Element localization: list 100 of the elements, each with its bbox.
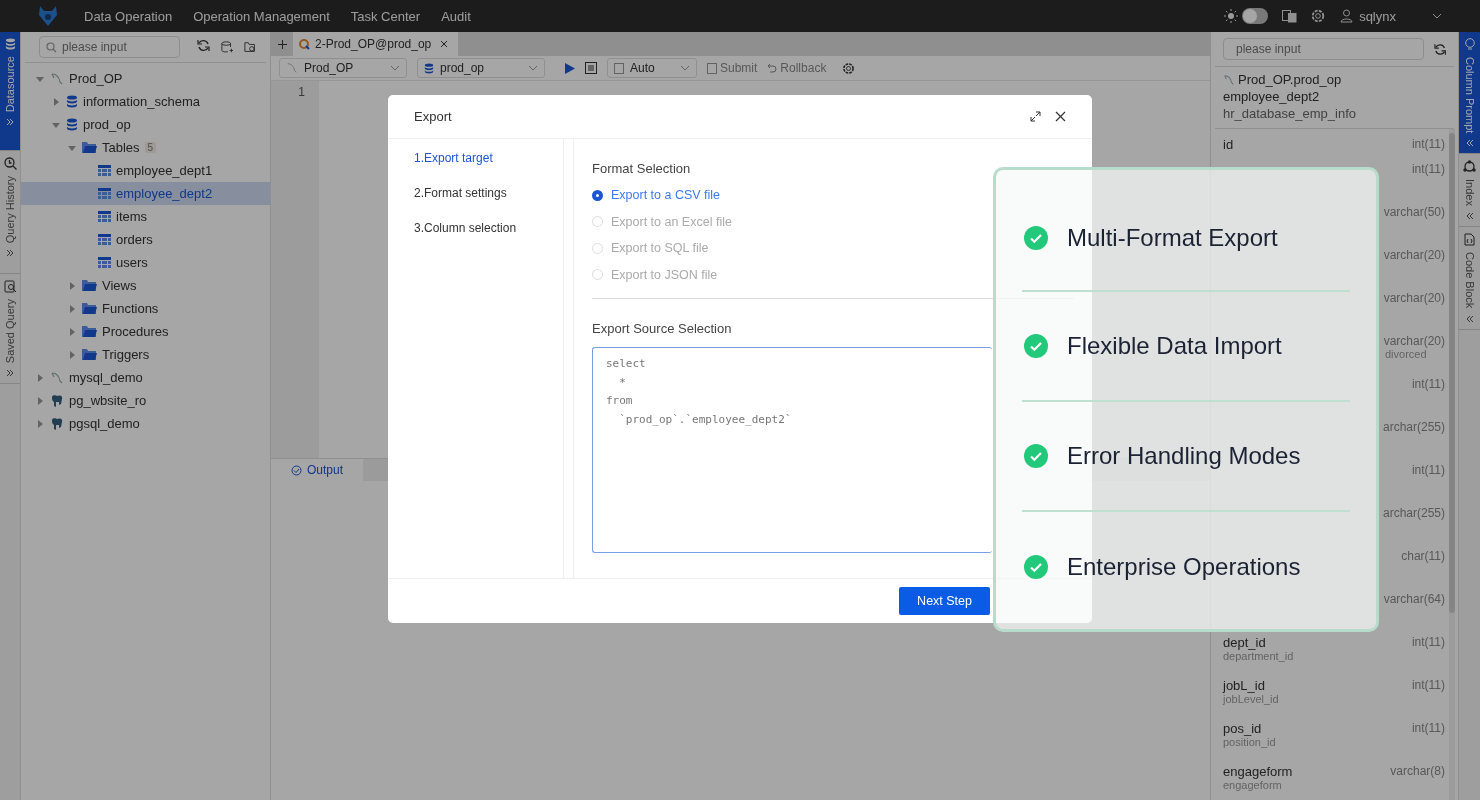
column-name[interactable]: pos_id — [1223, 721, 1262, 736]
column-name[interactable]: engageform — [1223, 764, 1293, 779]
step-item[interactable]: 2.Format settings — [414, 186, 507, 200]
side-tab[interactable]: Query History — [0, 151, 20, 274]
caret-right-icon[interactable] — [68, 304, 76, 313]
check-circle-icon — [291, 464, 302, 476]
tree-item[interactable]: Functions — [102, 301, 159, 316]
column-name[interactable]: jobL_id — [1223, 678, 1265, 693]
step-item[interactable]: 1.Export target — [414, 151, 493, 165]
side-tab[interactable]: Saved Query — [0, 274, 20, 385]
side-tab[interactable]: Index — [1459, 154, 1480, 228]
tree-item[interactable]: Views — [102, 278, 137, 293]
caret-right-icon[interactable] — [52, 97, 60, 106]
side-tab[interactable]: Datasource — [0, 32, 20, 151]
tree-item[interactable]: pg_wbsite_ro — [69, 393, 147, 408]
chevron-down-icon[interactable] — [1432, 13, 1442, 19]
tree-item[interactable]: prod_op — [83, 117, 131, 132]
double-chevron-icon[interactable] — [6, 249, 14, 258]
refresh-icon[interactable] — [1433, 42, 1446, 56]
run-icon[interactable] — [565, 62, 575, 74]
column-name[interactable]: dept_id — [1223, 635, 1266, 650]
sql-source-field[interactable]: select * from `prod_op`.`employee_dept2` — [592, 347, 992, 553]
add-folder-icon[interactable] — [243, 40, 256, 54]
editor-tab[interactable]: 2-Prod_OP@prod_op — [293, 32, 459, 56]
datasource-select[interactable]: Prod_OP — [279, 58, 407, 78]
column-type: archar(255) — [1382, 420, 1445, 434]
tree-item[interactable]: orders — [116, 232, 153, 247]
tree-item[interactable]: information_schema — [83, 94, 201, 109]
caret-down-icon[interactable] — [68, 143, 76, 152]
chevron-down-icon — [680, 65, 690, 71]
tree-item[interactable]: items — [116, 209, 148, 224]
column-type: int(11) — [1411, 463, 1445, 477]
double-chevron-icon[interactable] — [1465, 212, 1474, 221]
close-icon[interactable] — [440, 40, 449, 48]
next-step-button[interactable]: Next Step — [899, 587, 990, 615]
database-select[interactable]: prod_op — [417, 58, 545, 78]
column-type: varchar(8) — [1390, 764, 1445, 779]
document-icon — [614, 62, 624, 74]
side-tab[interactable]: Column Prompt — [1459, 32, 1480, 155]
radio-label[interactable]: Export to a CSV file — [611, 188, 721, 203]
column-comment: department_id — [1223, 650, 1294, 662]
add-database-icon[interactable] — [220, 40, 233, 54]
settings-icon[interactable] — [842, 61, 856, 75]
user-icon[interactable] — [1340, 9, 1354, 23]
theme-toggle[interactable] — [1242, 8, 1269, 24]
clock-search-icon — [3, 157, 17, 170]
tree-item[interactable]: Tables — [102, 140, 140, 155]
search-field[interactable]: please input — [1223, 38, 1424, 60]
commit-mode-select[interactable]: Auto — [607, 58, 697, 78]
feature-title: Multi-Format Export — [1067, 224, 1278, 252]
tree-item[interactable]: users — [116, 255, 148, 270]
nav-menu-item[interactable]: Operation Management — [193, 8, 330, 24]
column-comment: engageform — [1223, 779, 1282, 791]
step-item[interactable]: 3.Column selection — [414, 221, 517, 235]
caret-right-icon[interactable] — [36, 396, 44, 405]
column-name[interactable]: id — [1223, 137, 1234, 152]
tree-item[interactable]: mysql_demo — [69, 370, 143, 385]
caret-right-icon[interactable] — [36, 373, 44, 382]
double-chevron-icon[interactable] — [6, 369, 14, 378]
refresh-icon[interactable] — [196, 39, 210, 52]
output-tab[interactable]: Output — [271, 459, 364, 481]
caret-down-icon[interactable] — [36, 74, 44, 83]
tree-item[interactable]: Prod_OP — [69, 71, 123, 86]
folder-icon — [82, 348, 97, 361]
check-circle-icon — [1024, 226, 1048, 250]
table-comment: hr_database_emp_info — [1223, 105, 1357, 122]
table-icon — [98, 257, 111, 268]
caret-right-icon[interactable] — [36, 419, 44, 428]
database-icon — [66, 118, 78, 131]
column-type: varchar(64) — [1383, 592, 1445, 606]
tree-item[interactable]: employee_dept1 — [116, 163, 213, 178]
caret-right-icon[interactable] — [68, 281, 76, 290]
caret-down-icon[interactable] — [52, 120, 60, 129]
side-tab[interactable]: Code Block — [1459, 227, 1480, 330]
caret-right-icon[interactable] — [68, 327, 76, 336]
format-icon[interactable] — [585, 62, 597, 74]
nav-menu-item[interactable]: Task Center — [350, 8, 421, 24]
close-icon[interactable] — [1055, 111, 1066, 122]
nav-menu-item[interactable]: Audit — [441, 8, 471, 24]
tree-item[interactable]: pgsql_demo — [69, 416, 140, 431]
username[interactable]: sqlynx — [1359, 8, 1396, 24]
database-icon — [424, 62, 434, 74]
tree-item[interactable]: Triggers — [102, 347, 150, 362]
nav-menu-item[interactable]: Data Operation — [84, 8, 173, 24]
lightbulb-icon — [1463, 38, 1476, 51]
double-chevron-icon[interactable] — [1465, 314, 1474, 323]
feature-title: Error Handling Modes — [1067, 442, 1301, 470]
column-type: varchar(20) — [1383, 291, 1445, 305]
tree-item[interactable]: Procedures — [102, 324, 169, 339]
column-type: int(11) — [1411, 137, 1445, 152]
table-icon — [98, 211, 111, 222]
radio-button[interactable] — [592, 189, 603, 201]
expand-icon[interactable] — [1030, 111, 1041, 122]
search-field[interactable]: please input — [39, 36, 180, 58]
column-type: int(11) — [1411, 377, 1445, 391]
database-icon — [4, 38, 16, 50]
elephant-icon — [50, 416, 64, 431]
caret-right-icon[interactable] — [68, 350, 76, 359]
count-badge: 5 — [144, 142, 157, 153]
settings-icon[interactable] — [1311, 8, 1327, 24]
